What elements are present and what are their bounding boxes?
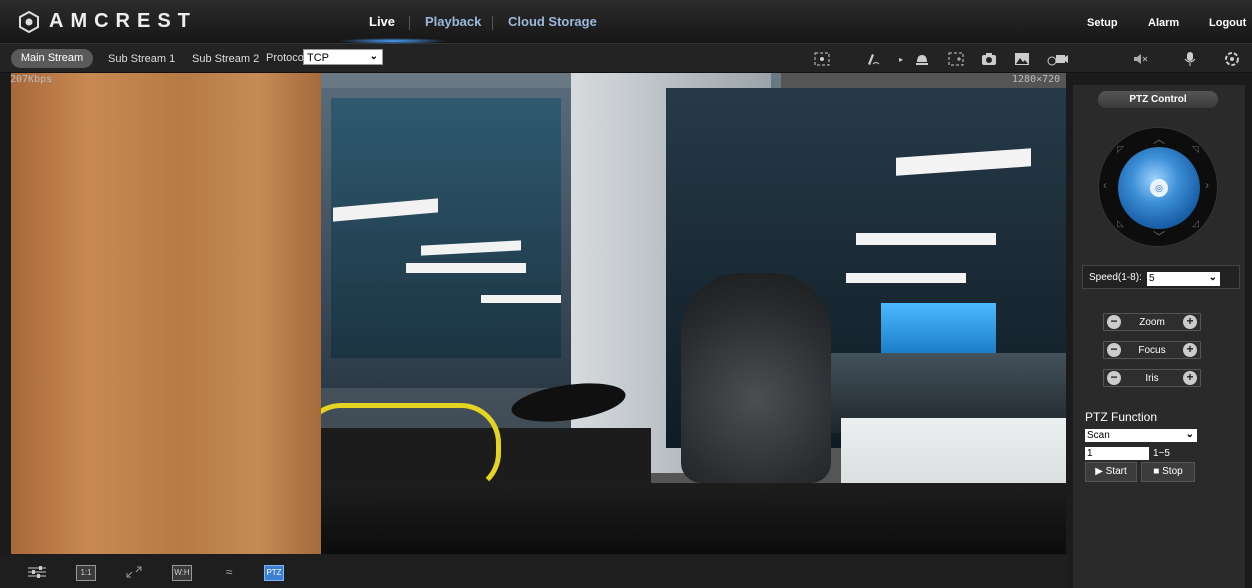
digital-zoom-icon[interactable]: [812, 49, 832, 69]
arrow-down-right-icon[interactable]: ◿: [1192, 218, 1199, 229]
video-wooden-door: [11, 73, 321, 554]
ptz-function-range: 1~5: [1153, 448, 1170, 459]
original-size-icon[interactable]: 1:1: [76, 565, 96, 581]
nav-cloud-storage[interactable]: Cloud Storage: [508, 14, 597, 29]
nav-separator: [492, 16, 493, 30]
alarm-bell-icon[interactable]: [912, 49, 932, 69]
arrow-up-icon[interactable]: ︿: [1153, 130, 1165, 147]
original-size-label: 1:1: [80, 568, 92, 577]
ptz-icon[interactable]: PTZ: [264, 565, 284, 581]
protocol-value: TCP: [307, 52, 329, 64]
iris-plus-button[interactable]: +: [1183, 371, 1197, 385]
ptz-function-title: PTZ Function: [1085, 410, 1158, 424]
nav-separator: [409, 16, 410, 30]
iris-minus-button[interactable]: −: [1107, 371, 1121, 385]
speed-row: Speed(1-8): 5 ⌄: [1082, 265, 1240, 289]
arrow-down-icon[interactable]: ﹀: [1153, 228, 1165, 245]
video-window-sky: [881, 303, 996, 353]
fluency-icon[interactable]: ≈: [219, 565, 239, 581]
chevron-right-icon[interactable]: ▸: [891, 49, 911, 69]
stop-icon: ■: [1153, 466, 1160, 477]
logo-text: AMCREST: [49, 10, 197, 32]
video-ceiling-light: [846, 273, 966, 283]
chevron-down-icon: ⌄: [1185, 429, 1194, 440]
video-ceiling-light: [406, 263, 526, 273]
video-ceiling-light: [481, 295, 561, 303]
tab-sub-stream-1[interactable]: Sub Stream 1: [108, 53, 175, 65]
ptz-label: PTZ: [266, 568, 282, 577]
tab-sub-stream-2[interactable]: Sub Stream 2: [192, 53, 259, 65]
zoom-control: Zoom − +: [1103, 313, 1201, 331]
audio-mute-icon[interactable]: [1131, 49, 1151, 69]
nav-live[interactable]: Live: [369, 14, 395, 29]
fisheye-icon[interactable]: [1222, 49, 1242, 69]
stream-toolbar: Main Stream Sub Stream 1 Sub Stream 2 Pr…: [0, 44, 1252, 73]
start-label: Start: [1105, 466, 1127, 477]
speed-select[interactable]: 5 ⌄: [1147, 272, 1220, 286]
snapshot-icon[interactable]: [979, 49, 999, 69]
ptz-function-value: Scan: [1087, 430, 1110, 441]
ptz-panel-title: PTZ Control: [1098, 91, 1218, 108]
chevron-down-icon: ⌄: [1208, 272, 1217, 283]
adjust-icon[interactable]: [27, 565, 47, 581]
ptz-dial-disc[interactable]: ◎: [1118, 147, 1200, 229]
iris-control: Iris − +: [1103, 369, 1201, 387]
ptz-function-number-input[interactable]: 1: [1085, 447, 1149, 460]
zoom-out-button[interactable]: −: [1107, 315, 1121, 329]
video-ceiling-light: [856, 233, 996, 245]
ptz-panel: PTZ Control ︿ ﹀ ‹ › ◸ ◹ ◺ ◿ ◎ Speed(1-8)…: [1073, 85, 1245, 588]
live-video-feed[interactable]: [11, 73, 1066, 554]
record-icon[interactable]: [1046, 49, 1070, 69]
image-adjust-icon[interactable]: [1012, 49, 1032, 69]
nav-playback[interactable]: Playback: [425, 14, 481, 29]
arrow-up-left-icon[interactable]: ◸: [1117, 144, 1124, 155]
start-button[interactable]: ▶ Start: [1085, 462, 1137, 482]
aspect-ratio-icon[interactable]: W:H: [172, 565, 192, 581]
arrow-left-icon[interactable]: ‹: [1103, 178, 1107, 192]
region-zoom-icon[interactable]: [946, 49, 966, 69]
stop-button[interactable]: ■ Stop: [1141, 462, 1195, 482]
draw-icon[interactable]: [863, 49, 883, 69]
video-glass-pane: [331, 98, 561, 358]
aspect-ratio-label: W:H: [174, 568, 190, 577]
protocol-label: Protocol: [266, 52, 307, 64]
ptz-function-select[interactable]: Scan ⌄: [1085, 429, 1197, 442]
zoom-in-button[interactable]: +: [1183, 315, 1197, 329]
protocol-select[interactable]: TCP ⌄: [303, 49, 383, 65]
chevron-down-icon: ⌄: [369, 51, 378, 62]
play-icon: ▶: [1095, 466, 1103, 477]
video-desk: [261, 483, 1066, 554]
speed-label: Speed(1-8):: [1089, 272, 1142, 283]
focus-control: Focus − +: [1103, 341, 1201, 359]
ptz-function-number-value: 1: [1087, 448, 1093, 459]
video-camera-dome: [681, 273, 831, 483]
fullscreen-icon[interactable]: [124, 565, 144, 581]
top-nav-bar: AMCREST Live Playback Cloud Storage Setu…: [0, 0, 1252, 44]
bitrate-readout: 207Kbps: [10, 74, 53, 85]
speed-value: 5: [1149, 273, 1155, 284]
nav-setup[interactable]: Setup: [1087, 17, 1118, 29]
arrow-up-right-icon[interactable]: ◹: [1192, 144, 1199, 155]
focus-minus-button[interactable]: −: [1107, 343, 1121, 357]
logo: AMCREST: [18, 10, 197, 33]
tab-main-stream[interactable]: Main Stream: [11, 49, 93, 68]
focus-plus-button[interactable]: +: [1183, 343, 1197, 357]
stop-label: Stop: [1162, 466, 1183, 477]
video-yellow-cable: [301, 403, 501, 493]
arrow-down-left-icon[interactable]: ◺: [1117, 218, 1124, 229]
logo-icon: [19, 10, 39, 33]
nav-alarm[interactable]: Alarm: [1148, 17, 1179, 29]
arrow-right-icon[interactable]: ›: [1205, 178, 1209, 192]
resolution-readout: 1280×720: [1012, 74, 1061, 85]
ptz-direction-dial[interactable]: ︿ ﹀ ‹ › ◸ ◹ ◺ ◿ ◎: [1098, 127, 1218, 247]
microphone-icon[interactable]: [1180, 49, 1200, 69]
nav-logout[interactable]: Logout: [1209, 17, 1246, 29]
video-bottom-bar: 1:1 W:H ≈ PTZ: [0, 555, 1068, 588]
ptz-center-icon[interactable]: ◎: [1150, 179, 1168, 197]
